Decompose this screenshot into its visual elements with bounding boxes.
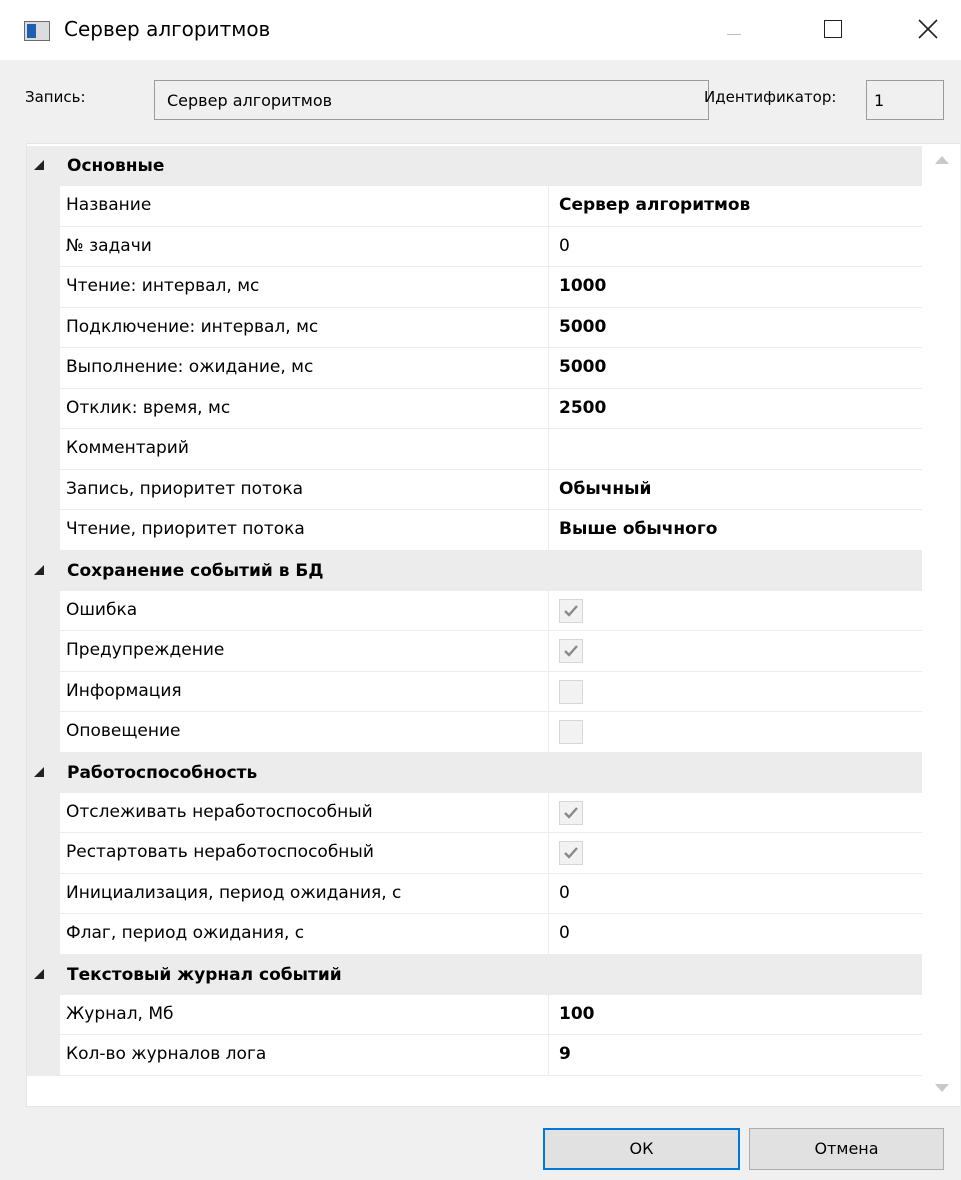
property-value[interactable]: 100 bbox=[549, 994, 922, 1034]
property-name: Журнал, Мб bbox=[60, 994, 548, 1034]
property-value[interactable] bbox=[549, 671, 922, 711]
property-value[interactable]: 0 bbox=[549, 914, 922, 954]
checkbox[interactable] bbox=[559, 841, 583, 865]
checkmark-icon bbox=[564, 604, 578, 617]
property-name: Чтение: интервал, мс bbox=[60, 267, 548, 307]
category-label: Работоспособность bbox=[67, 762, 258, 783]
record-field[interactable]: Сервер алгоритмов bbox=[154, 80, 709, 120]
property-name: № задачи bbox=[60, 226, 548, 266]
category-label: Сохранение событий в БД bbox=[67, 560, 324, 581]
property-name: Отслеживать неработоспособный bbox=[60, 792, 548, 832]
property-row[interactable]: Название Сервер алгоритмов bbox=[27, 186, 922, 227]
property-value[interactable]: 5000 bbox=[549, 307, 922, 347]
close-button[interactable] bbox=[898, 6, 958, 54]
property-value[interactable]: 5000 bbox=[549, 348, 922, 388]
property-row[interactable]: Предупреждение bbox=[27, 631, 922, 672]
property-value[interactable]: 9 bbox=[549, 1035, 922, 1075]
property-row[interactable]: Ошибка bbox=[27, 590, 922, 631]
minimize-icon bbox=[727, 34, 741, 35]
property-row[interactable]: Выполнение: ожидание, мс 5000 bbox=[27, 348, 922, 389]
property-row[interactable]: Запись, приоритет потока Обычный bbox=[27, 469, 922, 510]
maximize-icon bbox=[824, 20, 842, 38]
id-label: Идентификатор: bbox=[704, 88, 837, 106]
category-header[interactable]: Сохранение событий в БД bbox=[27, 550, 922, 591]
property-name: Отклик: время, мс bbox=[60, 388, 548, 428]
property-value[interactable] bbox=[549, 631, 922, 671]
property-name: Флаг, период ожидания, с bbox=[60, 914, 548, 954]
category-header[interactable]: Основные bbox=[27, 146, 922, 186]
property-value[interactable]: Обычный bbox=[549, 469, 922, 509]
category-header[interactable]: Текстовый журнал событий bbox=[27, 954, 922, 995]
property-row[interactable]: Журнал, Мб 100 bbox=[27, 994, 922, 1035]
property-row[interactable]: Подключение: интервал, мс 5000 bbox=[27, 307, 922, 348]
vertical-scrollbar[interactable] bbox=[923, 144, 960, 1106]
property-value[interactable]: 0 bbox=[549, 873, 922, 913]
property-row[interactable]: Комментарий bbox=[27, 429, 922, 470]
collapse-triangle-icon[interactable] bbox=[34, 160, 44, 170]
checkbox[interactable] bbox=[559, 800, 583, 825]
property-row[interactable]: Чтение: интервал, мс 1000 bbox=[27, 267, 922, 308]
property-value[interactable]: Сервер алгоритмов bbox=[549, 186, 922, 226]
category-label: Основные bbox=[67, 156, 165, 176]
property-row[interactable]: Флаг, период ожидания, с0 bbox=[27, 914, 922, 955]
property-value[interactable]: Выше обычного bbox=[549, 510, 922, 550]
property-row[interactable]: Инициализация, период ожидания, с0 bbox=[27, 873, 922, 914]
property-row[interactable]: Отклик: время, мс 2500 bbox=[27, 388, 922, 429]
property-value[interactable] bbox=[549, 712, 922, 752]
property-value[interactable]: 2500 bbox=[549, 388, 922, 428]
property-name: Запись, приоритет потока bbox=[60, 469, 548, 509]
property-row[interactable]: Информация bbox=[27, 671, 922, 712]
scroll-down-icon[interactable] bbox=[935, 1084, 949, 1092]
property-row[interactable]: Отслеживать неработоспособный bbox=[27, 792, 922, 833]
property-row[interactable]: Кол-во журналов лога 9 bbox=[27, 1035, 922, 1076]
minimize-button[interactable] bbox=[702, 6, 762, 54]
checkmark-icon bbox=[564, 847, 578, 859]
property-row[interactable]: № задачи 0 bbox=[27, 226, 922, 267]
property-row[interactable]: Рестартовать неработоспособный bbox=[27, 833, 922, 874]
collapse-triangle-icon[interactable] bbox=[34, 766, 44, 777]
property-row[interactable]: Оповещение bbox=[27, 712, 922, 753]
checkbox[interactable] bbox=[559, 598, 583, 623]
checkbox[interactable] bbox=[559, 639, 583, 663]
maximize-button[interactable] bbox=[802, 6, 862, 54]
property-name: Предупреждение bbox=[60, 631, 548, 671]
property-value[interactable] bbox=[549, 792, 922, 832]
property-name: Выполнение: ожидание, мс bbox=[60, 348, 548, 388]
property-row[interactable]: Чтение, приоритет потока Выше обычного bbox=[27, 510, 922, 551]
ok-button[interactable]: ОК bbox=[543, 1128, 740, 1170]
title-bar: Сервер алгоритмов bbox=[0, 0, 961, 60]
collapse-triangle-icon[interactable] bbox=[34, 564, 44, 575]
checkbox[interactable] bbox=[559, 679, 583, 704]
property-name: Ошибка bbox=[60, 590, 548, 630]
property-name: Кол-во журналов лога bbox=[60, 1035, 548, 1075]
category-header[interactable]: Работоспособность bbox=[27, 752, 922, 793]
window-title: Сервер алгоритмов bbox=[64, 17, 271, 41]
property-name: Комментарий bbox=[60, 429, 548, 469]
category-label: Текстовый журнал событий bbox=[67, 964, 342, 985]
property-name: Название bbox=[60, 186, 548, 226]
property-value[interactable] bbox=[549, 429, 922, 469]
property-rows: Основные Название Сервер алгоритмов № задач… bbox=[27, 146, 922, 1076]
cancel-button[interactable]: Отмена bbox=[749, 1128, 944, 1170]
property-grid: Основные Название Сервер алгоритмов № задач… bbox=[26, 143, 960, 1107]
id-field[interactable]: 1 bbox=[866, 80, 944, 120]
property-name: Информация bbox=[60, 671, 548, 711]
property-name: Рестартовать неработоспособный bbox=[60, 833, 548, 873]
property-name: Чтение, приоритет потока bbox=[60, 510, 548, 550]
checkmark-icon bbox=[564, 806, 578, 819]
record-label: Запись: bbox=[25, 88, 86, 106]
property-value[interactable] bbox=[549, 833, 922, 873]
property-value[interactable]: 1000 bbox=[549, 267, 922, 307]
property-name: Подключение: интервал, мс bbox=[60, 307, 548, 347]
collapse-triangle-icon[interactable] bbox=[34, 968, 44, 979]
checkbox[interactable] bbox=[559, 720, 583, 744]
property-value[interactable] bbox=[549, 590, 922, 630]
app-window-icon bbox=[24, 21, 50, 41]
scroll-up-icon[interactable] bbox=[935, 156, 949, 164]
property-name: Оповещение bbox=[60, 712, 548, 752]
close-icon bbox=[918, 19, 938, 39]
property-name: Инициализация, период ожидания, с bbox=[60, 873, 548, 913]
checkmark-icon bbox=[564, 645, 578, 657]
property-value[interactable]: 0 bbox=[549, 226, 922, 266]
